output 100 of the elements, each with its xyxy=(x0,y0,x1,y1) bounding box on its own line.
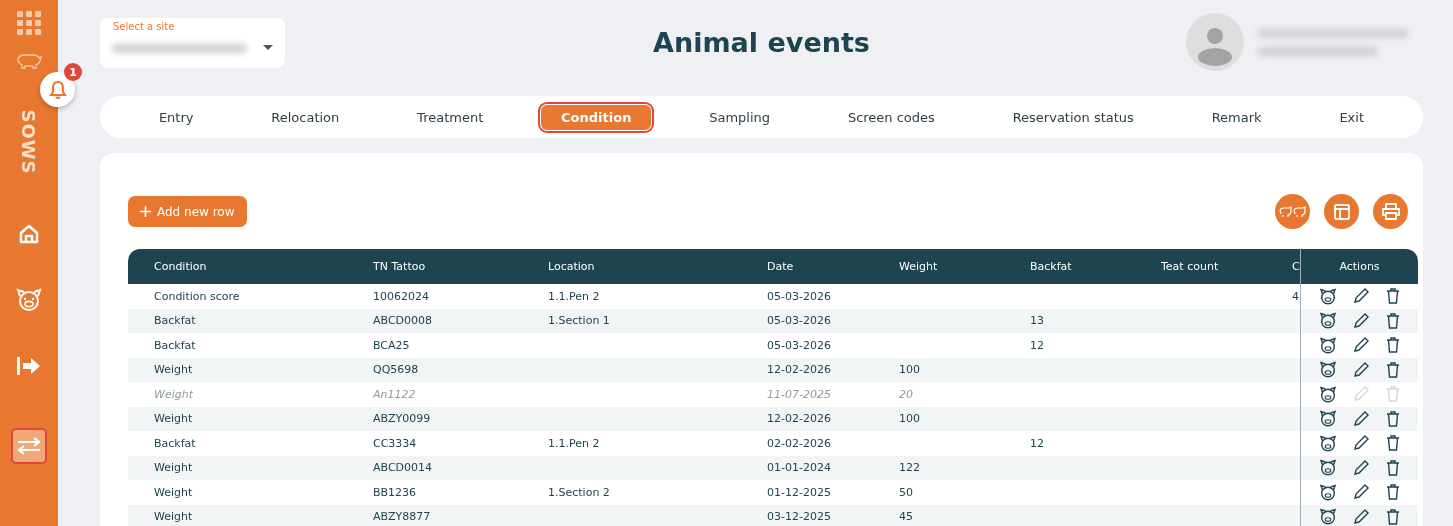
tab[interactable]: Remark xyxy=(1191,104,1282,130)
table-cell: BCA25 xyxy=(373,338,410,352)
layout-icon xyxy=(1333,203,1350,220)
pig-face-icon[interactable] xyxy=(1319,361,1338,379)
delete-icon[interactable] xyxy=(1385,410,1400,427)
table-cell: 10062024 xyxy=(373,289,429,303)
edit-icon[interactable] xyxy=(1353,459,1370,476)
delete-icon[interactable] xyxy=(1385,484,1400,501)
table-cell: 12-02-2026 xyxy=(767,412,831,426)
pigs-icon xyxy=(1278,205,1307,218)
print-icon xyxy=(1381,203,1400,220)
edit-icon[interactable] xyxy=(1353,361,1370,378)
column-header: Weight xyxy=(899,260,938,273)
table-cell: Weight xyxy=(154,461,193,475)
column-header: Condition xyxy=(154,260,207,273)
app-name: SOWS xyxy=(17,109,41,175)
table-cell: 45 xyxy=(899,510,913,524)
print-button[interactable] xyxy=(1373,194,1408,229)
delete-icon[interactable] xyxy=(1385,337,1400,354)
table-cell: Weight xyxy=(154,412,193,426)
table-cell: 01-01-2024 xyxy=(767,461,831,475)
table-cell: 05-03-2026 xyxy=(767,314,831,328)
tab[interactable]: Reservation status xyxy=(992,104,1154,130)
column-header: Teat count xyxy=(1161,260,1219,273)
table-cell: CC3334 xyxy=(373,436,417,450)
tab[interactable]: Exit xyxy=(1319,104,1384,130)
table-cell: 02-02-2026 xyxy=(767,436,831,450)
pigs-button[interactable] xyxy=(1275,194,1310,229)
table-cell: An1122 xyxy=(373,387,416,401)
pig-face-icon[interactable] xyxy=(1319,410,1338,428)
column-header: Date xyxy=(767,260,794,273)
tab[interactable]: Screen codes xyxy=(827,104,955,130)
table-cell: 1.Section 2 xyxy=(548,485,610,499)
table-cell: 20 xyxy=(899,387,913,401)
tab[interactable]: Relocation xyxy=(251,104,360,130)
table-cell: Backfat xyxy=(154,314,196,328)
table-cell: ABZY8877 xyxy=(373,510,431,524)
table-cell: 12 xyxy=(1030,436,1044,450)
table-cell: Weight xyxy=(154,485,193,499)
plus-icon xyxy=(140,206,151,217)
tab[interactable]: Entry xyxy=(138,104,214,130)
pig-face-icon[interactable] xyxy=(1319,459,1338,477)
delete-icon[interactable] xyxy=(1385,435,1400,452)
notification-badge: 1 xyxy=(64,63,82,81)
column-header: Location xyxy=(548,260,595,273)
table-cell: 12 xyxy=(1030,338,1044,352)
pig-face-icon[interactable] xyxy=(1319,287,1338,305)
edit-icon[interactable] xyxy=(1353,410,1370,427)
table-cell: 1.Section 1 xyxy=(548,314,610,328)
pig-face-icon[interactable] xyxy=(1319,336,1338,354)
edit-icon[interactable] xyxy=(1353,484,1370,501)
layout-button[interactable] xyxy=(1324,194,1359,229)
edit-icon[interactable] xyxy=(1353,312,1370,329)
table-cell: 03-12-2025 xyxy=(767,510,831,524)
edit-icon[interactable] xyxy=(1353,337,1370,354)
pig-face-icon[interactable] xyxy=(1319,312,1338,330)
edit-icon[interactable] xyxy=(1353,508,1370,525)
table-cell: 1.1.Pen 2 xyxy=(548,436,600,450)
table-cell: 01-12-2025 xyxy=(767,485,831,499)
table-cell: ABZY0099 xyxy=(373,412,431,426)
column-header: C xyxy=(1292,260,1300,273)
table-cell: Weight xyxy=(154,510,193,524)
bell-icon xyxy=(48,79,67,100)
table-cell: 100 xyxy=(899,363,920,377)
table-cell: ABCD0014 xyxy=(373,461,433,475)
table-cell: 11-07-2025 xyxy=(767,387,831,401)
pig-face-icon[interactable] xyxy=(1319,508,1338,526)
column-header: Backfat xyxy=(1030,260,1072,273)
table-cell: 1.1.Pen 2 xyxy=(548,289,600,303)
delete-icon[interactable] xyxy=(1385,288,1400,305)
site-select-label: Select a site xyxy=(113,21,175,32)
delete-icon[interactable] xyxy=(1385,459,1400,476)
table-cell: 05-03-2026 xyxy=(767,289,831,303)
tab[interactable]: Treatment xyxy=(397,104,504,130)
delete-icon[interactable] xyxy=(1385,508,1400,525)
table-cell: 4 xyxy=(1292,289,1299,303)
caret-icon xyxy=(263,45,273,51)
edit-icon[interactable] xyxy=(1353,435,1370,452)
table-cell: QQ5698 xyxy=(373,363,419,377)
delete-icon[interactable] xyxy=(1385,312,1400,329)
table-cell: 05-03-2026 xyxy=(767,338,831,352)
delete-icon[interactable] xyxy=(1385,361,1400,378)
table-cell: BB1236 xyxy=(373,485,417,499)
pig-face-icon[interactable] xyxy=(1319,483,1338,501)
table-cell: Backfat xyxy=(154,436,196,450)
column-header: TN Tattoo xyxy=(373,260,426,273)
table-cell: 122 xyxy=(899,461,920,475)
table-cell: Backfat xyxy=(154,338,196,352)
table-cell: Weight xyxy=(154,387,193,401)
pig-face-icon[interactable] xyxy=(1319,434,1338,452)
table-cell: ABCD0008 xyxy=(373,314,433,328)
table-cell: 13 xyxy=(1030,314,1044,328)
pig-face-icon[interactable] xyxy=(1319,385,1338,403)
table-cell: 12-02-2026 xyxy=(767,363,831,377)
edit-icon[interactable] xyxy=(1353,288,1370,305)
column-header: Actions xyxy=(1339,260,1380,273)
tab[interactable]: Sampling xyxy=(689,104,791,130)
swap-arrows-icon[interactable] xyxy=(11,428,47,464)
table-cell: Condition score xyxy=(154,289,240,303)
table-cell: 50 xyxy=(899,485,913,499)
